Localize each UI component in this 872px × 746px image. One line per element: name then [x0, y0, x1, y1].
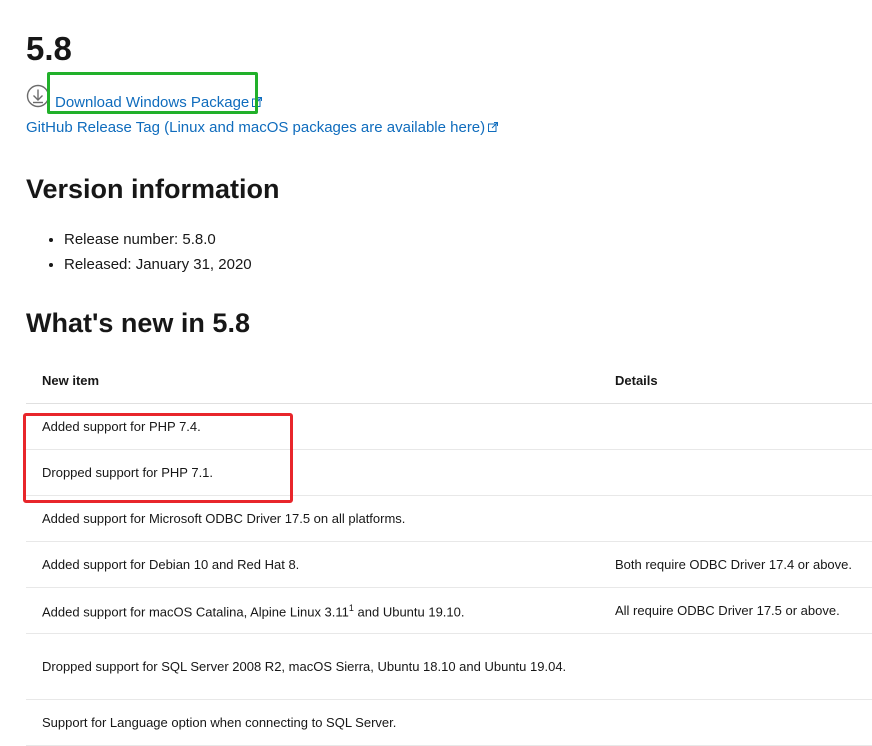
table-row: Support for Language option when connect…	[26, 699, 872, 746]
cell-text: and Ubuntu 19.10.	[353, 604, 465, 620]
table-row: Added support for macOS Catalina, Alpine…	[26, 587, 872, 634]
cell-new-item: Added support for Debian 10 and Red Hat …	[26, 541, 599, 588]
cell-details	[599, 699, 872, 746]
cell-details: All require ODBC Driver 17.5 or above.	[599, 587, 872, 634]
column-header-details: Details	[599, 358, 872, 404]
github-release-tag-link[interactable]: GitHub Release Tag (Linux and macOS pack…	[26, 119, 499, 136]
cell-details: Both require ODBC Driver 17.4 or above.	[599, 541, 872, 588]
cell-details	[599, 403, 872, 450]
column-header-new-item: New item	[26, 358, 599, 404]
cell-new-item: Added support for macOS Catalina, Alpine…	[26, 587, 599, 634]
highlight-box-red	[23, 413, 293, 503]
version-info-list: Release number: 5.8.0 Released: January …	[26, 227, 252, 277]
highlight-box-green	[47, 72, 258, 114]
table-row: Added support for Debian 10 and Red Hat …	[26, 541, 872, 588]
list-item-released-date: Released: January 31, 2020	[64, 252, 252, 277]
cell-text: Added support for macOS Catalina, Alpine…	[42, 604, 349, 620]
list-item-release-number: Release number: 5.8.0	[64, 227, 252, 252]
cell-details	[599, 633, 872, 700]
version-information-heading: Version information	[26, 174, 280, 204]
cell-details	[599, 495, 872, 542]
whats-new-heading: What's new in 5.8	[26, 308, 250, 338]
cell-new-item: Dropped support for SQL Server 2008 R2, …	[26, 633, 599, 700]
version-heading: 5.8	[26, 30, 72, 67]
cell-details	[599, 449, 872, 496]
table-header-row: New item Details	[26, 358, 872, 404]
github-link-label: GitHub Release Tag (Linux and macOS pack…	[26, 119, 486, 136]
table-row: Dropped support for SQL Server 2008 R2, …	[26, 633, 872, 700]
cell-new-item: Support for Language option when connect…	[26, 699, 599, 746]
external-link-icon	[488, 122, 499, 132]
